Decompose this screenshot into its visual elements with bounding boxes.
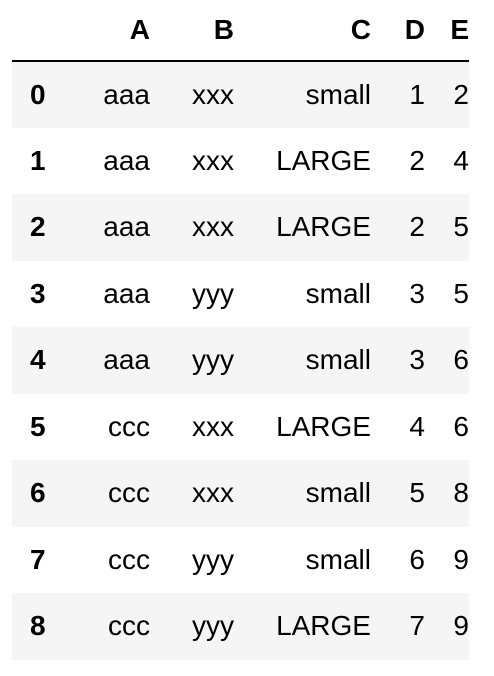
table-body: 0 aaa xxx small 1 2 1 aaa xxx LARGE 2 4 … xyxy=(12,61,469,660)
cell-d: 2 xyxy=(409,144,425,176)
cell-c: LARGE xyxy=(276,610,371,642)
row-index: 7 xyxy=(30,543,46,575)
cell-e: 8 xyxy=(453,477,469,509)
cell-b: xxx xyxy=(192,477,234,509)
column-header-c: C xyxy=(234,0,371,62)
cell-c: small xyxy=(305,543,371,575)
cell-c: LARGE xyxy=(276,410,371,442)
row-index: 1 xyxy=(30,144,46,176)
cell-b: xxx xyxy=(192,78,234,110)
cell-a: ccc xyxy=(108,410,150,442)
cell-b: xxx xyxy=(192,144,234,176)
cell-c: small xyxy=(305,78,371,110)
cell-b: yyy xyxy=(192,277,234,309)
cell-d: 3 xyxy=(409,277,425,309)
dataframe-view: A B C D E 0 aaa xxx small 1 2 1 aaa xxx … xyxy=(0,0,494,676)
cell-e: 9 xyxy=(453,610,469,642)
cell-e: 6 xyxy=(453,410,469,442)
cell-d: 4 xyxy=(409,410,425,442)
row-index: 4 xyxy=(30,344,46,376)
cell-e: 6 xyxy=(453,344,469,376)
row-index: 3 xyxy=(30,277,46,309)
cell-c: small xyxy=(305,344,371,376)
cell-a: ccc xyxy=(108,477,150,509)
cell-d: 2 xyxy=(409,211,425,243)
row-index: 0 xyxy=(30,78,46,110)
cell-a: aaa xyxy=(103,277,150,309)
cell-a: ccc xyxy=(108,543,150,575)
cell-a: ccc xyxy=(108,610,150,642)
dataframe-table: A B C D E 0 aaa xxx small 1 2 1 aaa xxx … xyxy=(12,0,469,660)
cell-a: aaa xyxy=(103,144,150,176)
cell-e: 5 xyxy=(453,277,469,309)
row-index: 8 xyxy=(30,610,46,642)
table-row: 2 aaa xxx LARGE 2 5 xyxy=(12,194,469,261)
table-row: 3 aaa yyy small 3 5 xyxy=(12,261,469,328)
cell-c: LARGE xyxy=(276,144,371,176)
cell-e: 2 xyxy=(453,78,469,110)
cell-d: 7 xyxy=(409,610,425,642)
row-index: 5 xyxy=(30,410,46,442)
cell-e: 9 xyxy=(453,543,469,575)
cell-a: aaa xyxy=(103,211,150,243)
table-row: 0 aaa xxx small 1 2 xyxy=(12,61,469,128)
table-row: 4 aaa yyy small 3 6 xyxy=(12,327,469,394)
row-index: 2 xyxy=(30,211,46,243)
cell-e: 5 xyxy=(453,211,469,243)
cell-d: 5 xyxy=(409,477,425,509)
cell-c: small xyxy=(305,477,371,509)
table-row: 1 aaa xxx LARGE 2 4 xyxy=(12,128,469,195)
table-header: A B C D E xyxy=(12,0,469,62)
cell-a: aaa xyxy=(103,344,150,376)
cell-d: 3 xyxy=(409,344,425,376)
cell-b: yyy xyxy=(192,610,234,642)
cell-b: yyy xyxy=(192,344,234,376)
table-row: 5 ccc xxx LARGE 4 6 xyxy=(12,394,469,461)
table-row: 7 ccc yyy small 6 9 xyxy=(12,527,469,594)
cell-c: LARGE xyxy=(276,211,371,243)
column-header-index xyxy=(12,0,70,62)
cell-d: 6 xyxy=(409,543,425,575)
column-header-e: E xyxy=(425,0,469,62)
table-row: 8 ccc yyy LARGE 7 9 xyxy=(12,593,469,660)
cell-b: yyy xyxy=(192,543,234,575)
header-row: A B C D E xyxy=(12,0,469,62)
cell-e: 4 xyxy=(453,144,469,176)
cell-b: xxx xyxy=(192,211,234,243)
table-row: 6 ccc xxx small 5 8 xyxy=(12,460,469,527)
column-header-a: A xyxy=(70,0,150,62)
cell-c: small xyxy=(305,277,371,309)
column-header-b: B xyxy=(150,0,234,62)
column-header-d: D xyxy=(371,0,425,62)
row-index: 6 xyxy=(30,477,46,509)
cell-d: 1 xyxy=(409,78,425,110)
cell-b: xxx xyxy=(192,410,234,442)
cell-a: aaa xyxy=(103,78,150,110)
